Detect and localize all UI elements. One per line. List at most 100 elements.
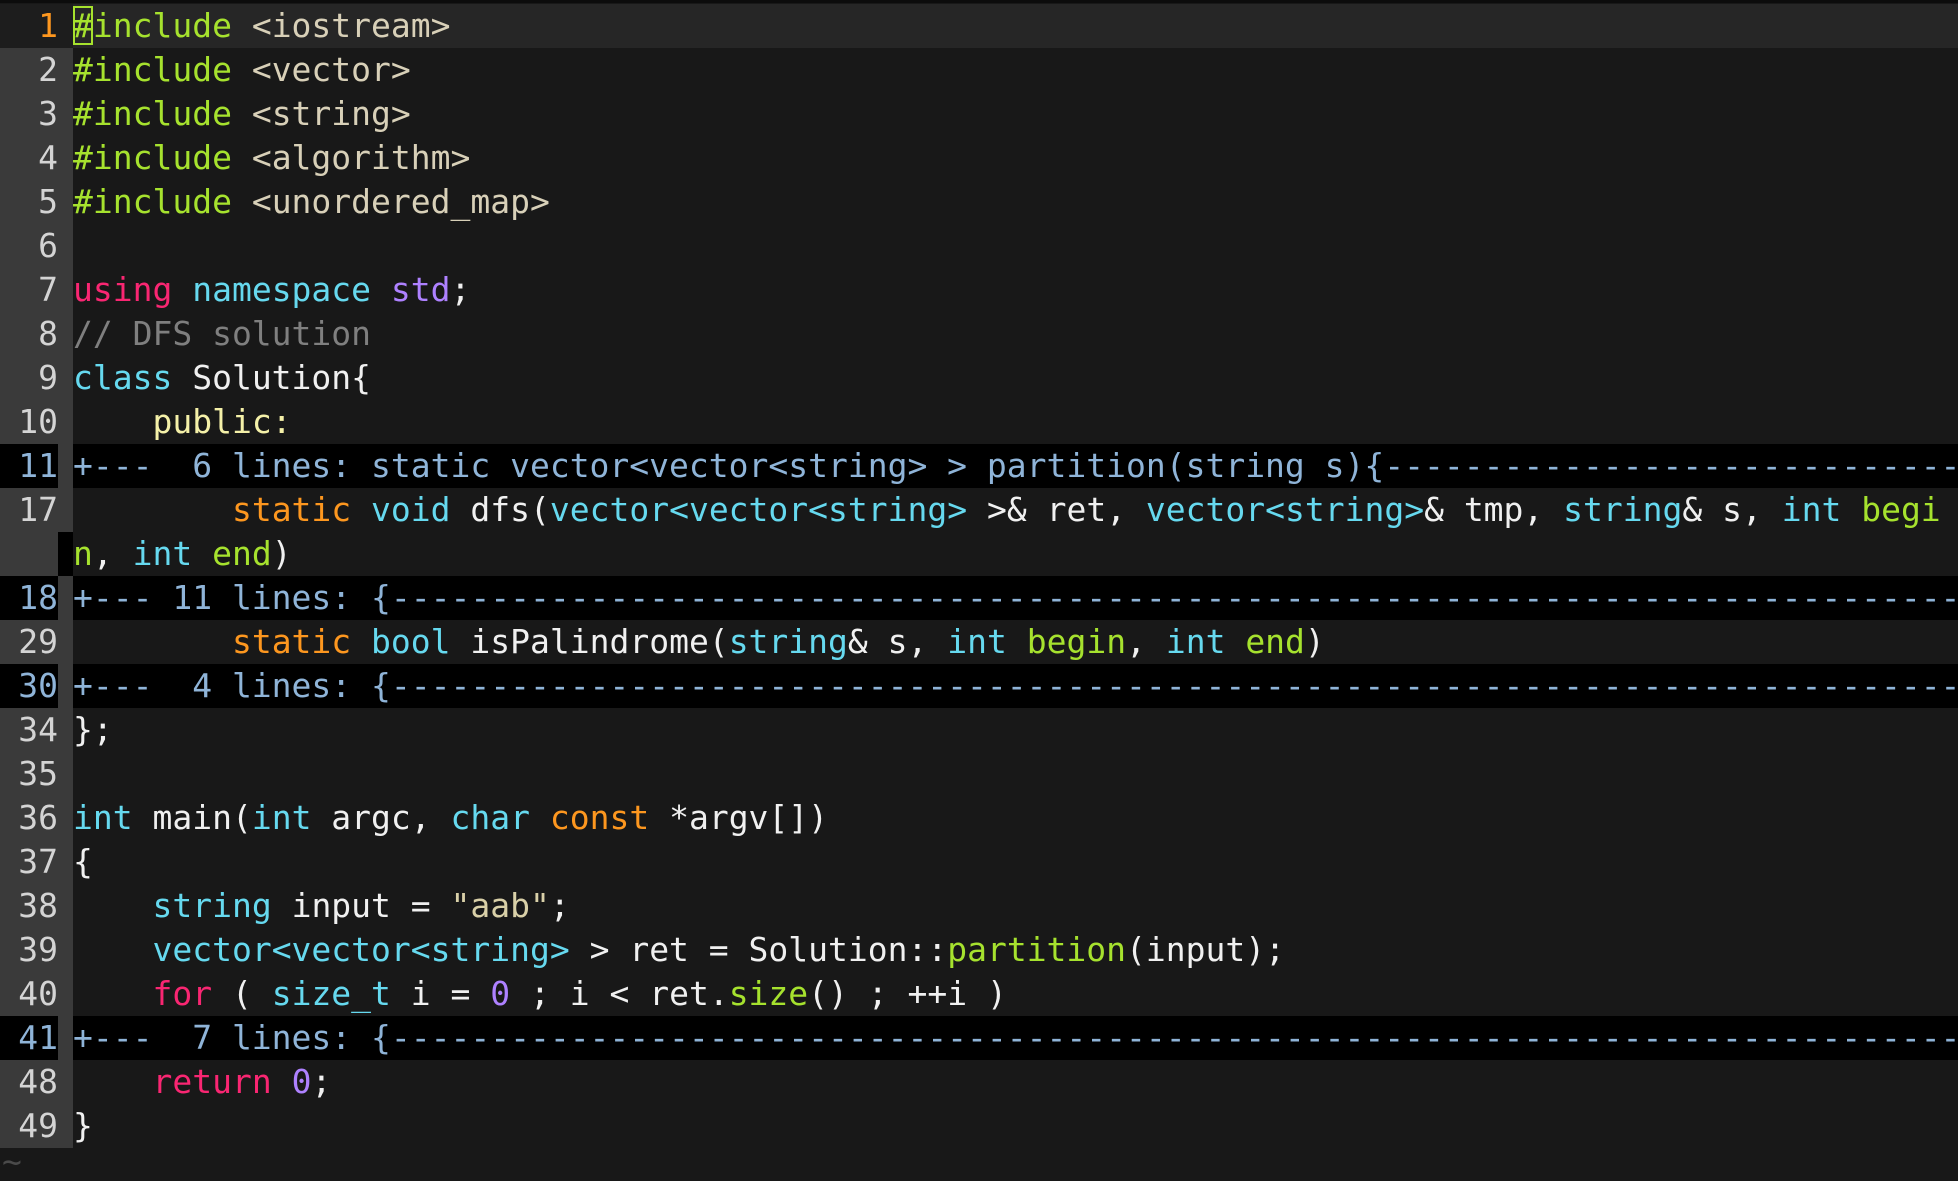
gutter-padding [58,1104,73,1148]
line-content[interactable]: +--- 11 lines: {------------------------… [73,576,1958,620]
line-number: 1 [0,4,58,48]
line-content[interactable]: +--- 4 lines: {-------------------------… [73,664,1958,708]
line-content[interactable]: +--- 7 lines: {-------------------------… [73,1016,1958,1060]
fold-summary: +--- 4 lines: {-------------------------… [73,666,1958,705]
line-content[interactable]: #include <vector> [73,48,1958,92]
line-content[interactable]: } [73,1104,1958,1148]
code-line[interactable]: 36 int main(int argc, char const *argv[]) [0,796,1958,840]
line-content[interactable]: #include <algorithm> [73,136,1958,180]
code-line[interactable]: 6 [0,224,1958,268]
code-token: >& ret, [967,490,1146,529]
line-number: 8 [0,312,58,356]
code-line[interactable]: 37 { [0,840,1958,884]
line-number [0,532,58,576]
code-token: vector<vector<string> [152,930,570,969]
code-token: <vector> [231,50,411,89]
wrapped-line-continuation[interactable]: n, int end) [0,532,1958,576]
line-content[interactable] [73,752,1958,796]
code-line[interactable]: 8 // DFS solution [0,312,1958,356]
folded-line[interactable]: 41 +--- 7 lines: {-----------------------… [0,1016,1958,1060]
code-token: for [152,974,213,1013]
line-content[interactable]: #include <iostream> [73,4,1958,48]
code-token: ; [549,886,570,925]
line-number: 9 [0,356,58,400]
folded-line[interactable]: 30 +--- 4 lines: {-----------------------… [0,664,1958,708]
code-token: const [549,798,650,837]
code-token: i = [390,974,491,1013]
line-content[interactable]: // DFS solution [73,312,1958,356]
code-line[interactable]: 3 #include <string> [0,92,1958,136]
line-content[interactable]: return 0; [73,1060,1958,1104]
code-line[interactable]: 48 return 0; [0,1060,1958,1104]
code-token: argc, [311,798,451,837]
code-line[interactable]: 34}; [0,708,1958,752]
line-content[interactable]: for ( size_t i = 0 ; i < ret.size() ; ++… [73,972,1958,1016]
gutter-padding [58,136,73,180]
code-line[interactable]: 10 public: [0,400,1958,444]
code-line[interactable]: 38 string input = "aab"; [0,884,1958,928]
gutter-padding [58,4,73,48]
line-content[interactable]: }; [73,708,1958,752]
code-token: public: [152,402,292,441]
text-cursor: # [73,6,93,45]
code-token: vector<vector<string> [549,490,968,529]
code-line[interactable]: 39 vector<vector<string> > ret = Solutio… [0,928,1958,972]
gutter-padding [58,1016,73,1060]
code-buffer[interactable]: 1 #include <iostream> 2 #include <vector> 3 #… [0,4,1958,1148]
line-content[interactable]: +--- 6 lines: static vector<vector<strin… [73,444,1958,488]
line-content[interactable]: string input = "aab"; [73,884,1958,928]
line-content[interactable] [73,224,1958,268]
code-line[interactable]: 2 #include <vector> [0,48,1958,92]
code-token: bool [371,622,451,661]
code-token: begi [1861,490,1941,529]
code-token: class [73,358,173,397]
code-token: using [73,270,173,309]
code-token: int [1781,490,1842,529]
code-token: vector<string> [1145,490,1425,529]
code-token: end [212,534,272,573]
code-line[interactable]: 7 using namespace std; [0,268,1958,312]
line-content[interactable]: class Solution{ [73,356,1958,400]
line-content[interactable]: #include <string> [73,92,1958,136]
gutter-padding [58,48,73,92]
line-content[interactable]: { [73,840,1958,884]
gutter-padding [58,268,73,312]
code-token: #include [73,138,232,177]
code-token: static [231,490,352,529]
fold-summary: +--- 6 lines: static vector<vector<strin… [73,446,1958,485]
code-line[interactable]: 5 #include <unordered_map> [0,180,1958,224]
line-number: 36 [0,796,58,840]
code-line[interactable]: 9 class Solution{ [0,356,1958,400]
code-line[interactable]: 29 static bool isPalindrome(string& s, i… [0,620,1958,664]
code-token: namespace [192,270,372,309]
line-content[interactable]: public: [73,400,1958,444]
line-number: 34 [0,708,58,752]
line-number: 35 [0,752,58,796]
code-line[interactable]: 1 #include <iostream> [0,4,1958,48]
line-content[interactable]: vector<vector<string> > ret = Solution::… [73,928,1958,972]
code-token: #include [73,50,232,89]
line-content[interactable]: n, int end) [73,532,1958,576]
code-line[interactable]: 17 static void dfs(vector<vector<string>… [0,488,1958,532]
line-content[interactable]: int main(int argc, char const *argv[]) [73,796,1958,840]
code-line[interactable]: 35 [0,752,1958,796]
line-content[interactable]: #include <unordered_map> [73,180,1958,224]
code-line[interactable]: 49} [0,1104,1958,1148]
code-line[interactable]: 4 #include <algorithm> [0,136,1958,180]
folded-line[interactable]: 18 +--- 11 lines: {----------------------… [0,576,1958,620]
folded-line[interactable]: 11 +--- 6 lines: static vector<vector<str… [0,444,1958,488]
code-token: int [1165,622,1226,661]
code-token: #include [73,94,232,133]
line-number: 37 [0,840,58,884]
line-content[interactable]: using namespace std; [73,268,1958,312]
vim-editor[interactable]: 1 #include <iostream> 2 #include <vector> 3 #… [0,0,1958,1178]
code-token: , [1126,622,1166,661]
code-line[interactable]: 40 for ( size_t i = 0 ; i < ret.size() ;… [0,972,1958,1016]
line-content[interactable]: static void dfs(vector<vector<string> >&… [73,488,1958,532]
code-token: void [371,490,451,529]
line-content[interactable]: static bool isPalindrome(string& s, int … [73,620,1958,664]
code-token: <algorithm> [231,138,471,177]
